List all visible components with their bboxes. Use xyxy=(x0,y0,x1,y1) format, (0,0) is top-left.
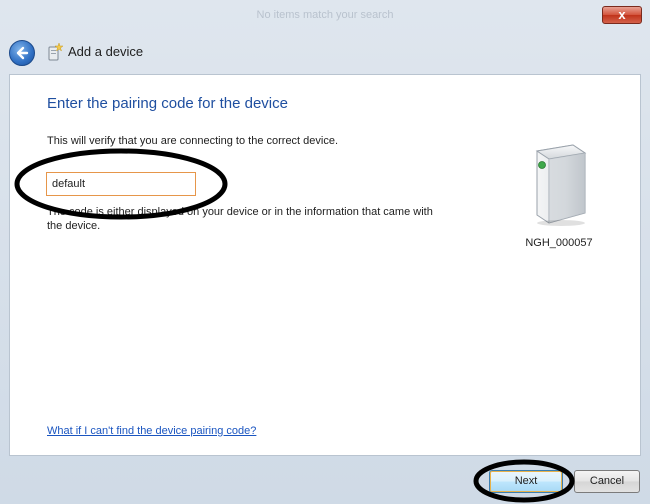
description-text: This will verify that you are connecting… xyxy=(47,135,339,147)
device-add-icon xyxy=(46,42,64,62)
add-device-window: No items match your search x Add a devic… xyxy=(0,0,650,504)
cancel-button[interactable]: Cancel xyxy=(574,470,640,493)
next-button[interactable]: Next xyxy=(489,470,563,493)
nav-title: Add a device xyxy=(68,44,144,59)
pairing-code-input[interactable] xyxy=(46,172,196,196)
back-arrow-icon xyxy=(16,46,29,60)
page-heading: Enter the pairing code for the device xyxy=(47,95,288,112)
title-bar: No items match your search x xyxy=(0,0,650,30)
close-button[interactable]: x xyxy=(602,6,642,24)
pairing-code-help-link[interactable]: What if I can't find the device pairing … xyxy=(47,425,256,437)
window-title: No items match your search xyxy=(256,9,394,21)
close-icon: x xyxy=(618,7,626,22)
device-name-label: NGH_000057 xyxy=(525,237,593,249)
content-pane xyxy=(9,74,641,456)
hint-text: The code is either displayed on your dev… xyxy=(47,206,433,232)
back-button[interactable] xyxy=(9,40,35,66)
device-icon xyxy=(529,137,589,229)
